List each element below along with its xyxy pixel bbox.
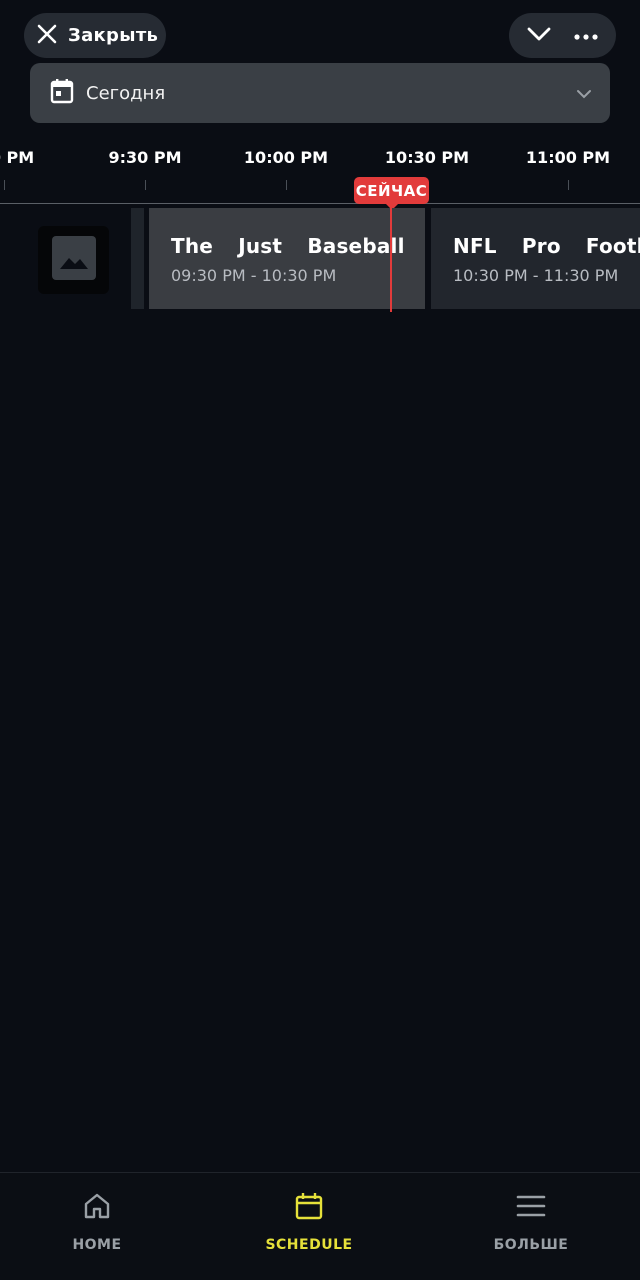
calendar-icon [294, 1191, 324, 1225]
more-icon[interactable] [573, 26, 599, 45]
time-label: 0 PM [0, 148, 35, 167]
program-time: 10:30 PM - 11:30 PM [453, 266, 619, 285]
previous-program-edge[interactable] [131, 208, 144, 309]
menu-icon [516, 1191, 546, 1225]
nav-schedule-label: SCHEDULE [265, 1237, 353, 1253]
program-time: 09:30 PM - 10:30 PM [171, 266, 337, 285]
timeline-axis [0, 203, 640, 204]
time-tick [145, 180, 146, 190]
nav-home[interactable]: HOME [27, 1191, 167, 1253]
dropdown-chevron-icon [576, 84, 592, 103]
time-label: 10:30 PM [384, 148, 470, 167]
date-value: Сегодня [86, 82, 166, 104]
home-icon [82, 1191, 112, 1225]
time-tick [4, 180, 5, 190]
bottom-nav: HOME SCHEDULE БОЛЬШЕ [0, 1172, 640, 1280]
channel-logo[interactable] [38, 226, 109, 294]
nav-schedule[interactable]: SCHEDULE [239, 1191, 379, 1253]
header-actions [509, 13, 616, 58]
time-label: 9:30 PM [108, 148, 182, 167]
nav-more[interactable]: БОЛЬШЕ [461, 1191, 601, 1253]
nav-more-label: БОЛЬШЕ [493, 1237, 569, 1253]
time-label: 11:00 PM [525, 148, 611, 167]
program-card[interactable]: NFL Pro Football 10:30 PM - 11:30 PM [431, 208, 640, 309]
program-title: The Just Baseball [171, 234, 405, 258]
program-card[interactable]: The Just Baseball 09:30 PM - 10:30 PM [149, 208, 425, 309]
time-tick [568, 180, 569, 190]
close-button[interactable]: Закрыть [24, 13, 166, 58]
nav-home-label: HOME [72, 1237, 122, 1253]
now-indicator-line [390, 204, 392, 312]
chevron-down-icon[interactable] [526, 25, 552, 47]
timeline-header[interactable]: 0 PM 9:30 PM 10:00 PM 10:30 PM 11:00 PM [0, 140, 640, 206]
image-placeholder-icon [51, 236, 96, 284]
time-label: 10:00 PM [243, 148, 329, 167]
close-icon [36, 23, 58, 49]
calendar-icon [50, 78, 74, 108]
now-badge: СЕЙЧАС [354, 177, 429, 204]
close-label: Закрыть [68, 25, 159, 46]
date-select[interactable]: Сегодня [30, 63, 610, 123]
time-tick [286, 180, 287, 190]
program-title: NFL Pro Football [453, 234, 640, 258]
